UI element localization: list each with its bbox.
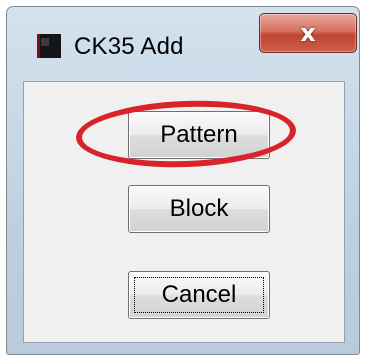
close-icon: x (300, 19, 316, 47)
dialog-window: CK35 Add x Pattern Block Cancel (6, 6, 360, 355)
cancel-button[interactable]: Cancel (128, 271, 270, 319)
window-title: CK35 Add (74, 33, 184, 60)
title-bar[interactable]: CK35 Add x (7, 7, 359, 81)
app-icon[interactable] (37, 34, 61, 58)
focus-rectangle (134, 277, 264, 313)
block-button-label: Block (169, 195, 229, 222)
close-button[interactable]: x (259, 13, 357, 53)
block-button[interactable]: Block (128, 185, 270, 233)
